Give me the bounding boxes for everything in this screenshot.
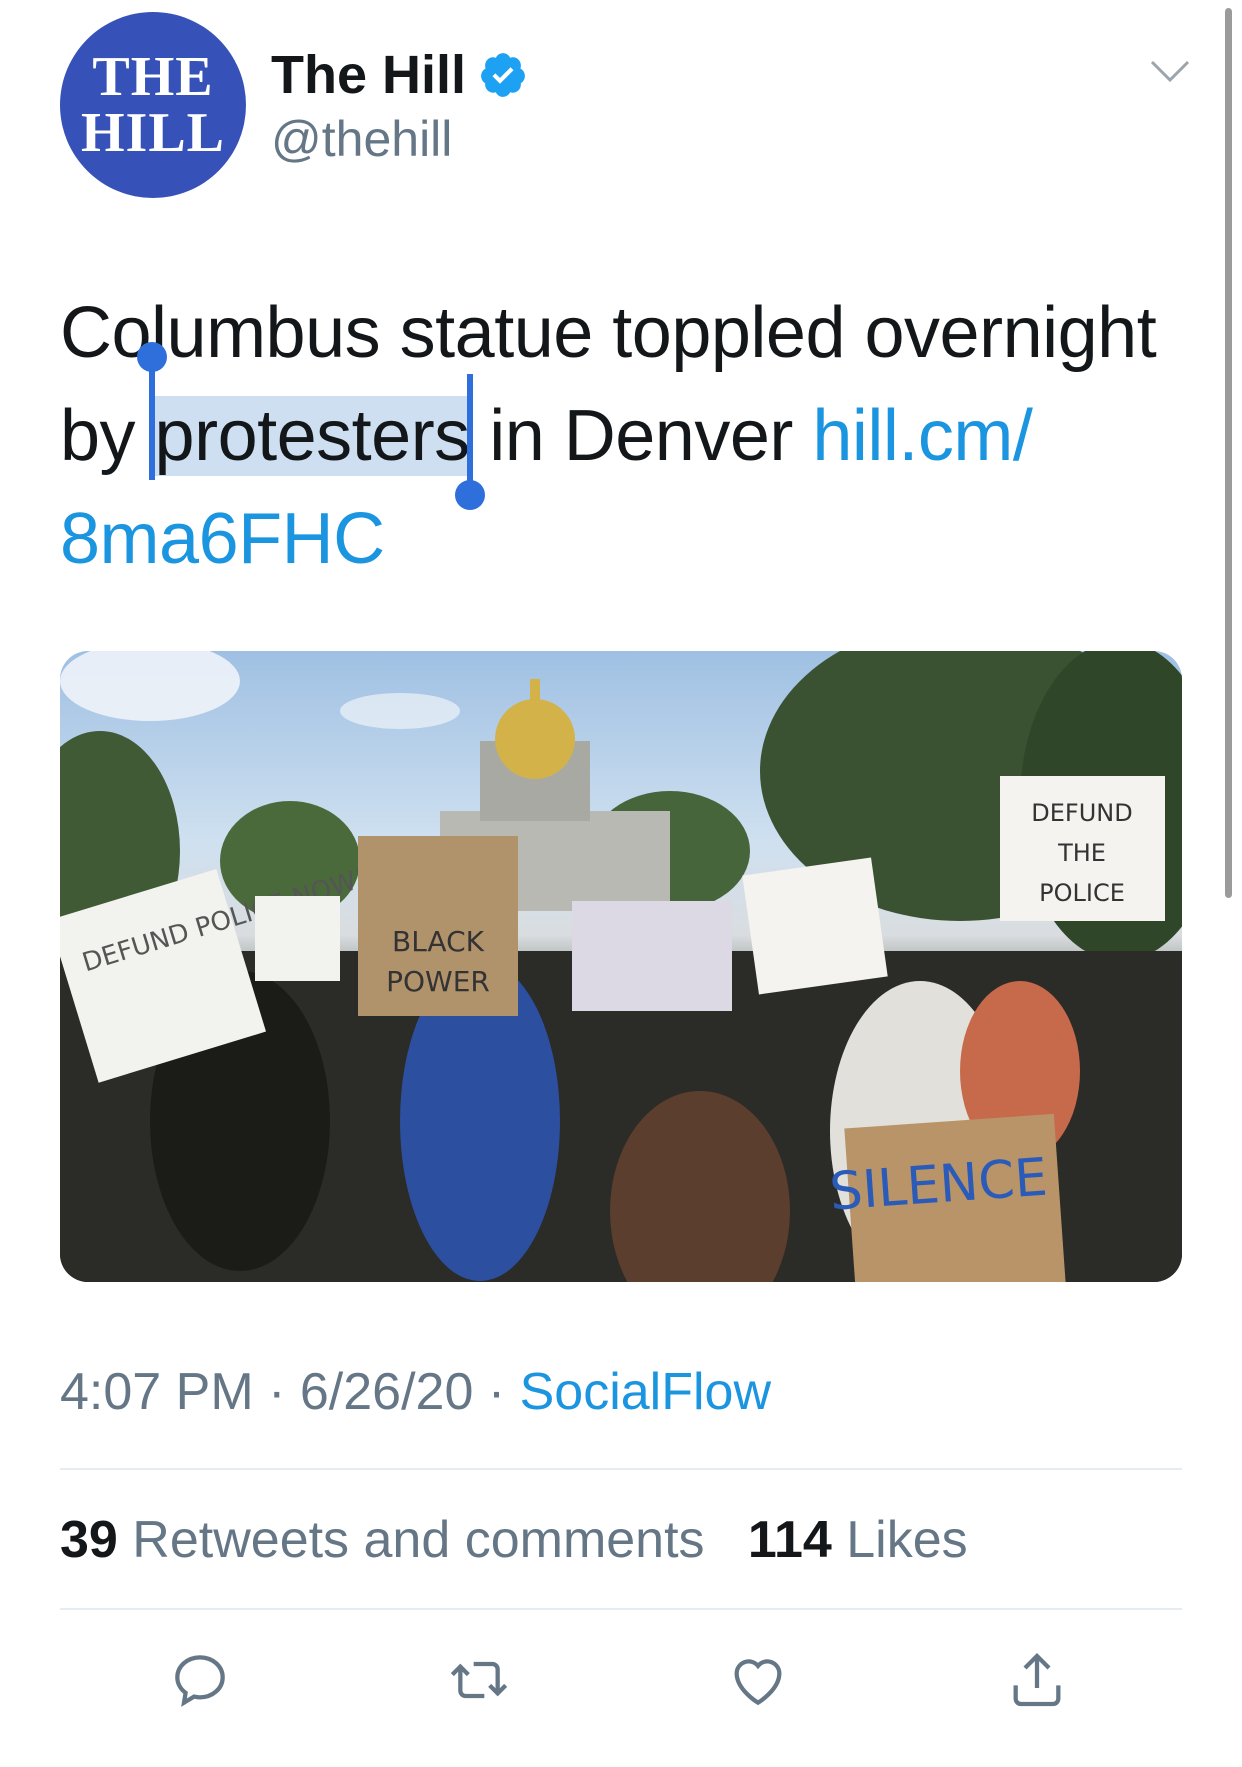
selected-word: protesters (154, 396, 471, 476)
likes-label: Likes (846, 1511, 968, 1569)
selection-end-bar[interactable] (467, 374, 473, 492)
tweet-text[interactable]: Columbus statue toppled overnight by pro… (60, 282, 1180, 591)
selection-end-handle[interactable] (455, 480, 485, 510)
tweet-link[interactable]: hill.cm/ (812, 396, 1033, 476)
retweets-count: 39 (60, 1511, 118, 1569)
retweet-button[interactable] (447, 1648, 511, 1712)
divider-top (60, 1468, 1182, 1470)
author-name[interactable]: The Hill (271, 44, 466, 106)
meta-separator: · (253, 1363, 300, 1421)
tweet-stats: 39 Retweets and comments 114 Likes (60, 1510, 968, 1570)
meta-separator: · (473, 1363, 520, 1421)
svg-text:POLICE: POLICE (1039, 879, 1125, 907)
likes-count: 114 (747, 1511, 832, 1569)
scrollbar[interactable] (1225, 8, 1232, 898)
like-button[interactable] (726, 1648, 790, 1712)
chevron-down-icon[interactable] (1148, 56, 1192, 86)
tweet-meta: 4:07 PM · 6/26/20 · SocialFlow (60, 1362, 771, 1422)
svg-text:POWER: POWER (386, 965, 490, 998)
share-icon (1013, 1652, 1061, 1707)
selection-start-bar[interactable] (149, 356, 155, 480)
reply-button[interactable] (168, 1648, 232, 1712)
tweet-link-rest[interactable]: 8ma6FHC (60, 499, 385, 579)
retweets-stat[interactable]: 39 Retweets and comments (60, 1511, 705, 1569)
tweet-photo[interactable]: DEFUND POLICE NOW! BLACK POWER DEFUND TH… (60, 651, 1182, 1282)
avatar-text-line-1: THE (92, 46, 214, 108)
like-icon (734, 1659, 782, 1706)
tweet-time: 4:07 PM (60, 1363, 254, 1421)
svg-text:THE: THE (1057, 839, 1106, 867)
tweet-source-link[interactable]: SocialFlow (520, 1363, 771, 1421)
sign-yellow-peril: BLACK POWER (358, 836, 518, 1016)
verified-badge-icon (481, 53, 525, 97)
likes-stat[interactable]: 114 Likes (748, 1511, 968, 1569)
author-handle[interactable]: @thehill (271, 110, 452, 168)
sign-defund-the-police: DEFUND THE POLICE (1000, 776, 1165, 921)
svg-text:DEFUND: DEFUND (1031, 799, 1132, 827)
protest-photo-illustration: DEFUND POLICE NOW! BLACK POWER DEFUND TH… (60, 651, 1182, 1282)
retweets-label: Retweets and comments (132, 1511, 705, 1569)
svg-text:BLACK: BLACK (392, 925, 485, 958)
sign-no-justice-no-peace (742, 857, 888, 995)
reply-icon (175, 1655, 225, 1707)
author-row: The Hill (271, 44, 528, 106)
retweet-icon (450, 1661, 508, 1699)
avatar[interactable]: THE HILL (60, 12, 246, 198)
avatar-text-line-2: HILL (80, 102, 226, 164)
sign-black-lives-matter (572, 901, 732, 1011)
sign-silence-is: SILENCE (828, 1113, 1066, 1282)
tweet-text-part2: in Denver (469, 396, 813, 476)
tweet-date: 6/26/20 (299, 1363, 474, 1421)
share-button[interactable] (1005, 1648, 1069, 1712)
divider-bottom (60, 1608, 1182, 1610)
text-selection[interactable]: protesters (154, 396, 471, 476)
selection-start-handle[interactable] (137, 342, 167, 372)
